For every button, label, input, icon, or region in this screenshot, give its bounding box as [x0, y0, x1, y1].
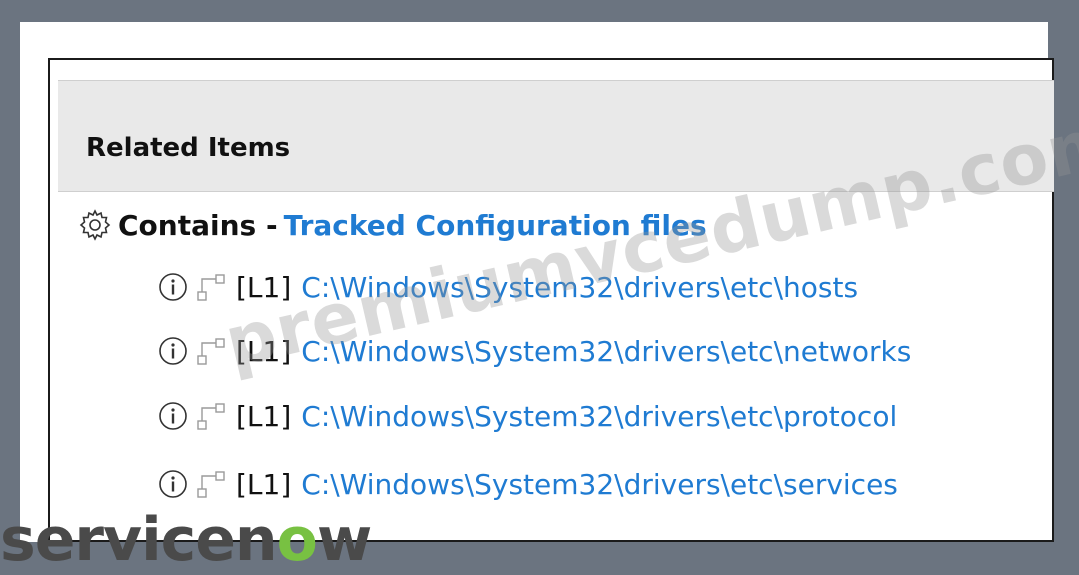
- relationship-icon[interactable]: [192, 270, 232, 304]
- relationship-icon[interactable]: [192, 399, 232, 433]
- info-icon[interactable]: [158, 401, 188, 431]
- relation-target-link[interactable]: Tracked Configuration files: [284, 209, 707, 242]
- list-item: [L1] C:\Windows\System32\drivers\etc\ser…: [158, 464, 898, 504]
- item-path-link[interactable]: C:\Windows\System32\drivers\etc\networks: [301, 335, 911, 368]
- screenshot-panel: Related Items Contains - Tracked Configu…: [20, 22, 1079, 542]
- gear-icon[interactable]: [78, 208, 112, 242]
- related-items-header: Related Items: [58, 80, 1054, 192]
- relation-type-label: Contains -: [118, 208, 278, 242]
- info-icon[interactable]: [158, 272, 188, 302]
- related-items-title: Related Items: [86, 133, 291, 163]
- relationship-icon[interactable]: [192, 467, 232, 501]
- relationship-icon[interactable]: [192, 334, 232, 368]
- item-level: [L1]: [236, 334, 292, 368]
- related-items-section: Related Items Contains - Tracked Configu…: [48, 58, 1054, 542]
- info-icon[interactable]: [158, 336, 188, 366]
- servicenow-logo: servicenow: [0, 505, 372, 575]
- item-path-link[interactable]: C:\Windows\System32\drivers\etc\services: [301, 468, 898, 501]
- list-item: [L1] C:\Windows\System32\drivers\etc\hos…: [158, 267, 858, 307]
- info-icon[interactable]: [158, 469, 188, 499]
- item-level: [L1]: [236, 467, 292, 501]
- item-level: [L1]: [236, 399, 292, 433]
- item-path-link[interactable]: C:\Windows\System32\drivers\etc\hosts: [301, 271, 858, 304]
- list-item: [L1] C:\Windows\System32\drivers\etc\pro…: [158, 396, 897, 436]
- list-item: [L1] C:\Windows\System32\drivers\etc\net…: [158, 331, 911, 371]
- relation-row: Contains - Tracked Configuration files: [78, 205, 707, 245]
- item-path-link[interactable]: C:\Windows\System32\drivers\etc\protocol: [301, 400, 897, 433]
- item-level: [L1]: [236, 270, 292, 304]
